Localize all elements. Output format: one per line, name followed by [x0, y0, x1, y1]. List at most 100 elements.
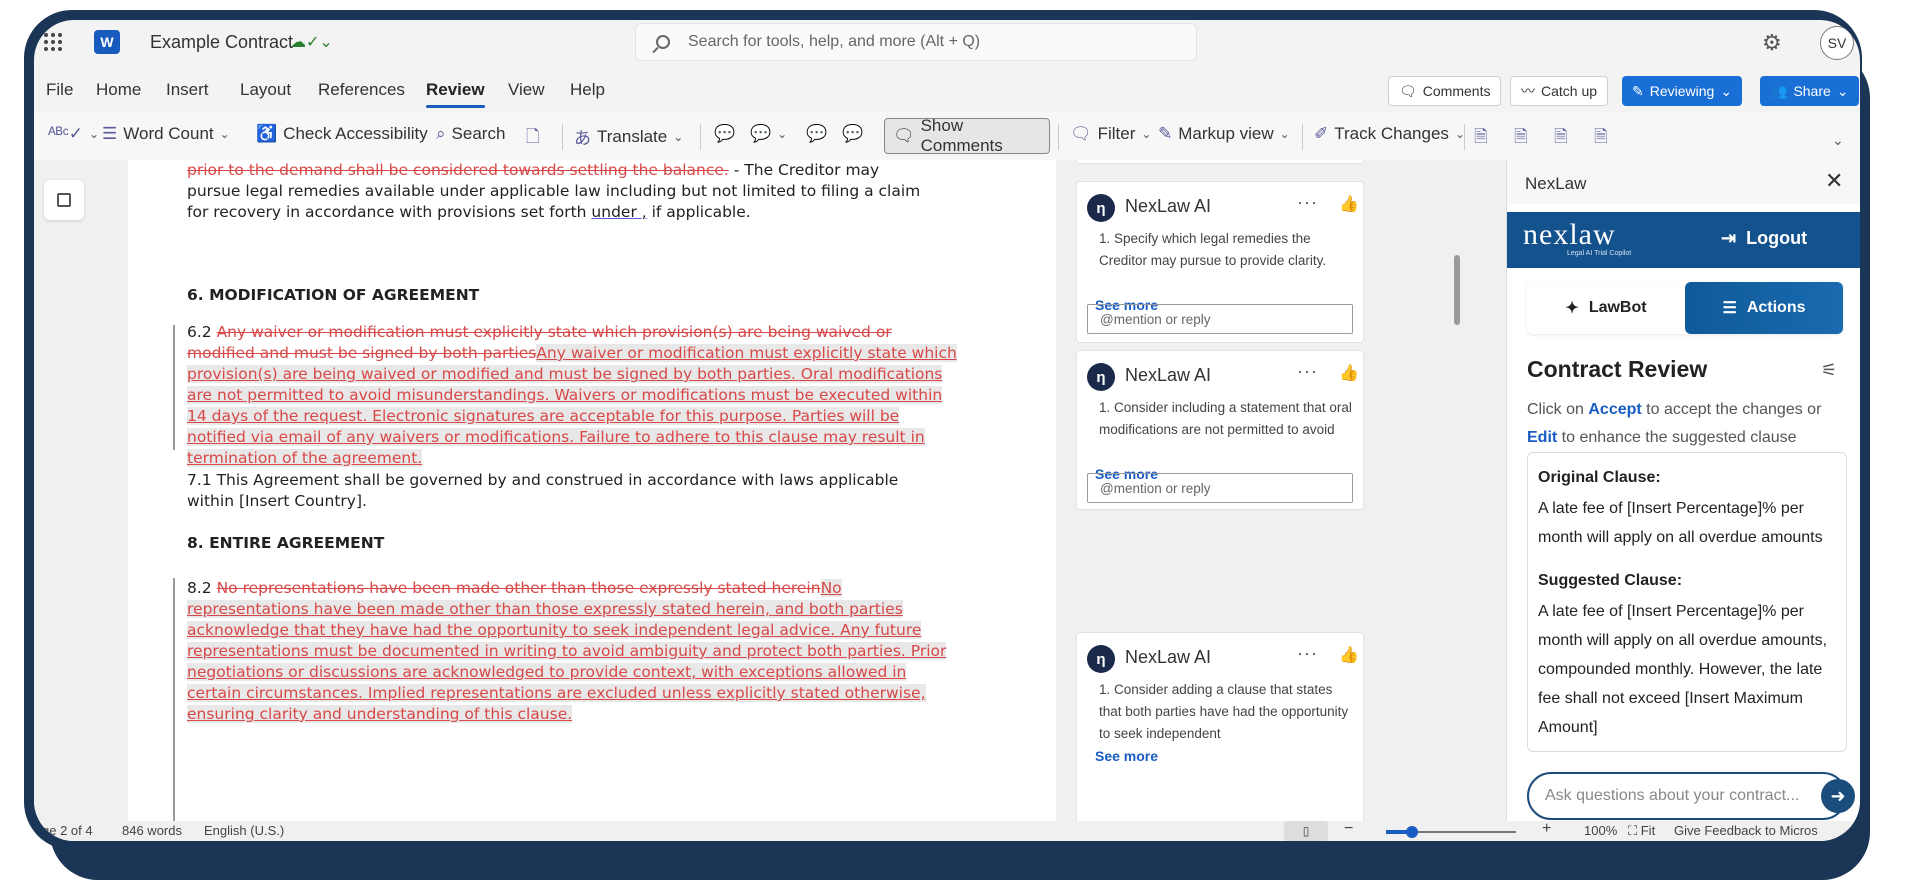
show-comments-button[interactable]: 🗨 Show Comments	[884, 116, 1050, 155]
print-layout-button[interactable]: ▯	[1284, 821, 1328, 841]
translate-button[interactable]: あ Translate ⌄	[574, 124, 683, 149]
suggested-clause-label: Suggested Clause:	[1538, 572, 1683, 589]
nexlaw-panel: NexLaw ✕ nexlaw Legal AI Trial Copilot ⇥…	[1506, 160, 1860, 821]
suggested-clause-text: A late fee of [Insert Percentage]% per m…	[1538, 603, 1828, 736]
spelling-button[interactable]: ᴬᴮᶜ✓ ⌄	[48, 124, 99, 144]
see-more-link[interactable]: See more	[1095, 748, 1158, 764]
nexlaw-tabs: ✦ LawBot ☰ Actions	[1527, 282, 1843, 334]
deleted-text: prior to the demand shall be considered …	[187, 161, 729, 179]
chevron-down-icon: ⌄	[1720, 82, 1733, 99]
instruction-text: to accept the changes or	[1641, 401, 1822, 418]
tab-view[interactable]: View	[508, 80, 545, 100]
comments-button[interactable]: 🗨 Comments	[1388, 76, 1502, 106]
tab-references[interactable]: References	[318, 80, 405, 100]
navigation-icon	[57, 193, 71, 207]
like-icon[interactable]: 👍	[1339, 194, 1359, 214]
tab-actions[interactable]: ☰ Actions	[1685, 282, 1843, 334]
search-placeholder: Search for tools, help, and more (Alt + …	[688, 33, 981, 50]
feedback-link[interactable]: Give Feedback to Micros	[1674, 823, 1818, 838]
avatar[interactable]: SV	[1820, 26, 1854, 60]
panel-title: NexLaw	[1525, 174, 1587, 193]
reviewing-label: Reviewing	[1649, 83, 1715, 99]
app-launcher-icon[interactable]	[44, 33, 62, 51]
logout-button[interactable]: ⇥ Logout	[1721, 228, 1807, 249]
word-count-button[interactable]: ☰ Word Count ⌄	[102, 124, 230, 144]
document-search-icon: 🗋	[526, 127, 540, 146]
list-icon: ☰	[1722, 300, 1737, 317]
send-arrow-icon[interactable]: ➜	[1821, 779, 1855, 813]
close-icon[interactable]: ✕	[1825, 168, 1843, 194]
more-options-icon[interactable]: ···	[1297, 643, 1318, 664]
translate-icon: あ	[574, 129, 591, 148]
instructions: Click on Accept to accept the changes or…	[1527, 396, 1847, 452]
tab-insert[interactable]: Insert	[166, 80, 209, 100]
like-icon[interactable]: 👍	[1339, 363, 1359, 383]
ask-input[interactable]: Ask questions about your contract...	[1527, 772, 1847, 820]
reply-input[interactable]: @mention or reply	[1087, 473, 1353, 503]
delete-comment-button[interactable]: 💬 ⌄	[750, 124, 787, 144]
search-icon: ⌕	[436, 124, 446, 143]
comment-card[interactable]: η NexLaw AI ··· 👍 1. Specify which legal…	[1076, 181, 1364, 343]
settings-sliders-icon[interactable]: ⚟	[1821, 360, 1837, 381]
like-icon[interactable]: 👍	[1339, 645, 1359, 665]
check-accessibility-button[interactable]: ♿ Check Accessibility	[256, 124, 428, 144]
comment-card[interactable]: η NexLaw AI ··· 👍 1. Consider including …	[1076, 350, 1364, 510]
pane-scrollbar[interactable]	[1454, 255, 1460, 325]
page-indicator[interactable]: ge 2 of 4	[42, 823, 93, 838]
share-button[interactable]: 👥 Share ⌄	[1760, 76, 1859, 106]
comments-pane: η NexLaw AI ··· 👍 1. Specify which legal…	[1056, 160, 1506, 821]
more-options-icon[interactable]: ···	[1297, 192, 1318, 213]
nexlaw-tagline: Legal AI Trial Copilot	[1567, 250, 1632, 257]
zoom-in-button[interactable]: +	[1542, 820, 1551, 838]
chevron-down-icon: ⌄	[777, 127, 788, 141]
document-title[interactable]: Example Contract	[150, 32, 293, 53]
search-input[interactable]: Search for tools, help, and more (Alt + …	[635, 23, 1197, 61]
language-indicator[interactable]: English (U.S.)	[204, 823, 284, 838]
cloud-saved-icon[interactable]: ☁✓⌄	[290, 32, 333, 52]
chevron-down-icon: ⌄	[89, 127, 100, 141]
original-clause-label: Original Clause:	[1538, 469, 1661, 486]
fit-button[interactable]: ⛶ Fit	[1628, 823, 1655, 839]
reviewing-button[interactable]: ✎ Reviewing ⌄	[1622, 76, 1743, 106]
fit-label: Fit	[1640, 823, 1656, 838]
change-bar	[173, 325, 175, 450]
word-count-label: Word Count	[123, 124, 214, 143]
pulse-icon: 〰	[1521, 83, 1535, 99]
smart-lookup-button[interactable]: 🗋	[526, 124, 540, 153]
gear-icon[interactable]: ⚙	[1762, 30, 1782, 56]
more-options-icon[interactable]: ···	[1297, 361, 1318, 382]
comment-author: NexLaw AI	[1125, 196, 1212, 216]
fit-icon: ⛶	[1628, 823, 1638, 838]
tab-home[interactable]: Home	[96, 80, 141, 100]
new-comment-button[interactable]: 💬	[714, 124, 735, 144]
tab-file[interactable]: File	[46, 80, 73, 100]
navigation-pane-button[interactable]	[44, 180, 84, 220]
next-comment-button[interactable]: 💬	[842, 124, 863, 144]
catch-up-button[interactable]: 〰 Catch up	[1510, 76, 1609, 106]
status-bar: ge 2 of 4 846 words English (U.S.) ▯ − +…	[34, 820, 1860, 841]
tab-review[interactable]: Review	[426, 80, 485, 108]
comment-card[interactable]: η NexLaw AI ··· 👍 1. Consider adding a c…	[1076, 632, 1364, 821]
ribbon-expand-icon[interactable]: ⌄	[1832, 132, 1844, 149]
tab-layout[interactable]: Layout	[240, 80, 291, 100]
word-count-indicator[interactable]: 846 words	[122, 823, 182, 838]
zoom-level[interactable]: 100%	[1584, 823, 1617, 838]
accept-keyword: Accept	[1588, 401, 1642, 418]
tab-help[interactable]: Help	[570, 80, 605, 100]
word-logo-icon[interactable]: W	[94, 30, 120, 54]
document-page[interactable]: prior to the demand shall be considered …	[128, 160, 1056, 821]
paragraph-text: if applicable.	[646, 203, 751, 221]
inserted-text: Any waiver or modification must explicit…	[187, 344, 957, 467]
reply-input[interactable]: @mention or reply	[1087, 304, 1353, 334]
previous-comment-button[interactable]: 💬	[806, 124, 827, 144]
word-count-icon: ☰	[102, 124, 118, 143]
ribbon-search-button[interactable]: ⌕ Search	[436, 124, 505, 144]
panel-header: NexLaw ✕	[1507, 160, 1860, 204]
nexlaw-banner: nexlaw Legal AI Trial Copilot ⇥ Logout	[1507, 212, 1860, 268]
zoom-slider-thumb[interactable]	[1406, 826, 1418, 838]
paragraph-7-1: 7.1 This Agreement shall be governed by …	[187, 471, 899, 510]
tab-lawbot[interactable]: ✦ LawBot	[1527, 282, 1685, 334]
deleted-text: No representations have been made other …	[216, 579, 821, 597]
flagged-text: under ,	[591, 203, 647, 221]
zoom-out-button[interactable]: −	[1344, 820, 1353, 838]
